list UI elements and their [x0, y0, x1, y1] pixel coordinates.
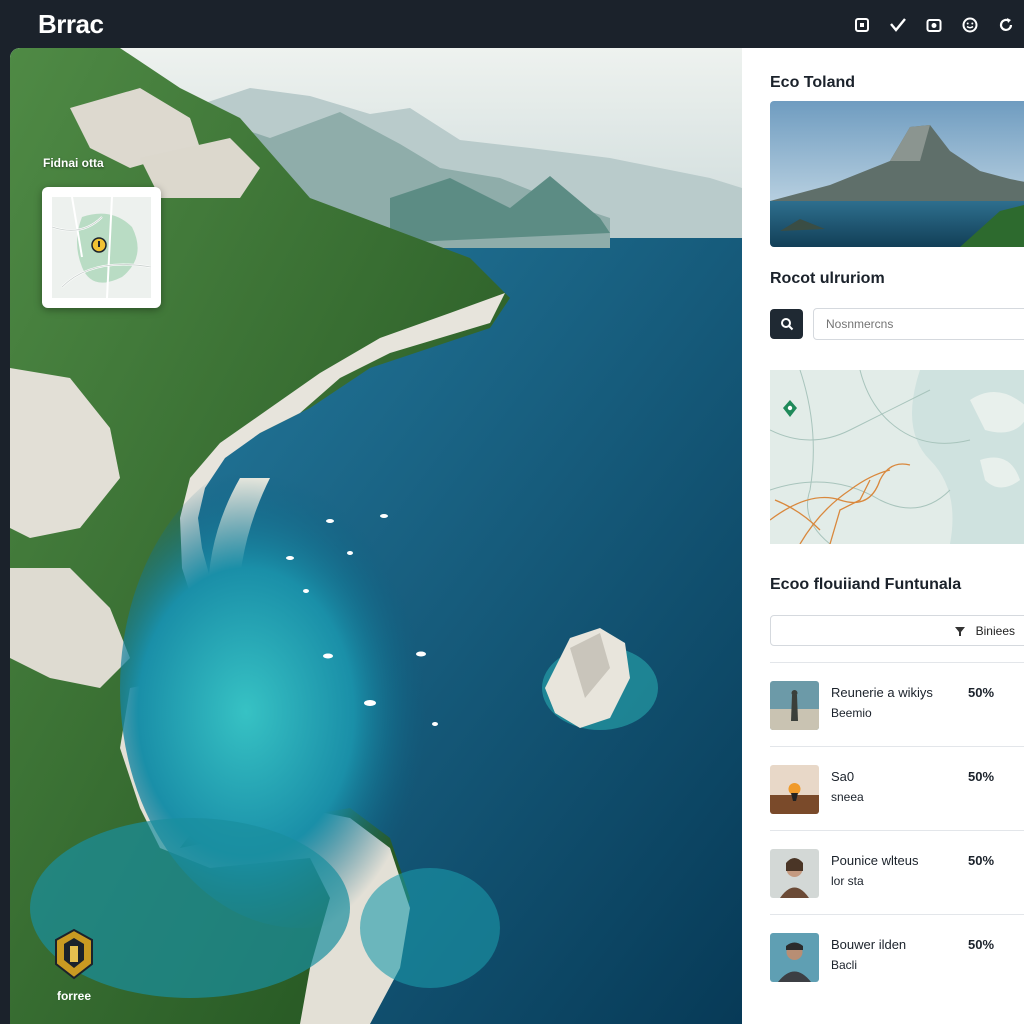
item-subtitle: Bacli: [831, 958, 858, 972]
item-percent: 50%: [968, 769, 995, 784]
list-title: Ecoo flouiiand Funtunala: [770, 576, 962, 593]
camera-icon[interactable]: [916, 14, 952, 36]
check-icon[interactable]: [880, 14, 916, 36]
item-thumbnail: [770, 765, 819, 814]
search-button[interactable]: [770, 309, 803, 339]
item-name: Reunerie a wikiys: [831, 685, 933, 700]
top-toolbar: [844, 14, 1024, 36]
feature-title: Eco Toland: [770, 74, 856, 91]
list-item[interactable]: Bouwer ilden Bacli 50%: [770, 914, 1024, 998]
list-item[interactable]: Sa0 sneea 50%: [770, 746, 1024, 830]
feature-image[interactable]: [770, 101, 1024, 247]
square-icon[interactable]: [844, 14, 880, 36]
search-input[interactable]: [813, 308, 1024, 340]
smile-icon[interactable]: [952, 14, 988, 36]
filter-dropdown[interactable]: Biniees: [770, 615, 1024, 646]
item-thumbnail: [770, 933, 819, 982]
list-item[interactable]: Reunerie a wikiys Beemio 50%: [770, 662, 1024, 746]
mini-map-card[interactable]: [42, 187, 161, 308]
route-map[interactable]: [770, 370, 1024, 544]
mini-map-label: Fidnai otta: [43, 156, 104, 170]
list-item[interactable]: Pounice wlteus lor sta 50%: [770, 830, 1024, 914]
item-name: Pounice wlteus: [831, 853, 919, 868]
filter-label: Biniees: [975, 623, 1015, 638]
filter-icon: [954, 626, 965, 636]
item-name: Bouwer ilden: [831, 937, 907, 952]
shield-logo-icon: [55, 928, 93, 980]
item-subtitle: Beemio: [831, 706, 872, 720]
search-icon: [780, 318, 793, 331]
location-list: Reunerie a wikiys Beemio 50% Sa0 sneea 5…: [770, 662, 1024, 998]
item-subtitle: lor sta: [831, 874, 864, 888]
map-pin-icon: [91, 237, 107, 253]
forree-logo[interactable]: forree: [52, 928, 96, 1003]
item-subtitle: sneea: [831, 790, 864, 804]
top-bar: Brrac: [0, 0, 1024, 48]
logo-text: forree: [56, 989, 91, 1003]
item-thumbnail: [770, 849, 819, 898]
side-panel: Eco Toland Rocot ulruriom Nosnmercns Eco…: [742, 48, 1024, 1024]
app-title: Brrac: [38, 9, 104, 39]
search-title: Rocot ulruriom: [770, 270, 885, 287]
item-percent: 50%: [968, 685, 995, 700]
item-percent: 50%: [968, 937, 995, 952]
mini-map-graphic: [51, 196, 152, 299]
item-percent: 50%: [968, 853, 995, 868]
item-name: Sa0: [831, 769, 855, 784]
refresh-icon[interactable]: [988, 14, 1024, 36]
item-thumbnail: [770, 681, 819, 730]
